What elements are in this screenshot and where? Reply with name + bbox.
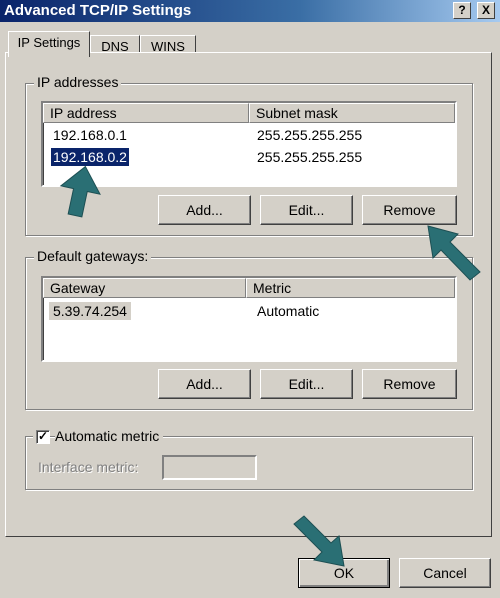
- advanced-tcpip-dialog: Advanced TCP/IP Settings ? X IP Settings…: [0, 0, 500, 598]
- checkmark-icon: ✓: [37, 429, 49, 443]
- gateway-remove-button[interactable]: Remove: [362, 369, 457, 399]
- tab-label: IP Settings: [17, 35, 81, 50]
- button-label: Add...: [186, 376, 223, 392]
- column-header-gateway[interactable]: Gateway: [43, 278, 246, 298]
- interface-metric-label: Interface metric:: [38, 459, 139, 475]
- column-header-label: Metric: [253, 280, 292, 296]
- cancel-button[interactable]: Cancel: [399, 558, 491, 588]
- pointer-arrow-icon: [427, 225, 481, 281]
- window-title: Advanced TCP/IP Settings: [4, 2, 192, 19]
- column-header-label: Gateway: [50, 280, 106, 296]
- mask-cell: 255.255.255.255: [257, 127, 363, 143]
- tab-dns[interactable]: DNS: [90, 35, 140, 54]
- title-bar: Advanced TCP/IP Settings: [0, 0, 500, 22]
- automatic-metric-row[interactable]: ✓ Automatic metric: [33, 428, 164, 446]
- column-header-label: IP address: [50, 105, 117, 121]
- close-button[interactable]: X: [477, 2, 495, 19]
- ip-addresses-label: IP addresses: [34, 74, 122, 90]
- automatic-metric-checkbox[interactable]: ✓: [36, 430, 50, 444]
- mask-cell: 255.255.255.255: [257, 149, 363, 165]
- tab-ip-settings[interactable]: IP Settings: [8, 31, 90, 57]
- gateway-add-button[interactable]: Add...: [158, 369, 251, 399]
- ip-add-button[interactable]: Add...: [158, 195, 251, 225]
- gateway-list[interactable]: Gateway Metric 5.39.74.254 Automatic: [41, 276, 457, 362]
- ip-remove-button[interactable]: Remove: [362, 195, 457, 225]
- close-icon: X: [481, 3, 490, 17]
- pointer-arrow-icon: [59, 165, 101, 218]
- gateway-edit-button[interactable]: Edit...: [260, 369, 353, 399]
- column-header-ip-address[interactable]: IP address: [43, 103, 249, 123]
- button-label: Edit...: [288, 376, 325, 392]
- column-header-subnet-mask[interactable]: Subnet mask: [249, 103, 455, 123]
- button-label: Add...: [186, 202, 223, 218]
- help-icon: ?: [458, 3, 466, 17]
- default-gateways-label: Default gateways:: [34, 248, 152, 264]
- button-label: Remove: [383, 376, 436, 392]
- button-label: Remove: [383, 202, 436, 218]
- button-label: Edit...: [288, 202, 325, 218]
- interface-metric-input[interactable]: [162, 455, 257, 480]
- button-label: Cancel: [423, 565, 467, 581]
- gateway-cell: 5.39.74.254: [49, 302, 131, 320]
- automatic-metric-label: Automatic metric: [55, 428, 164, 444]
- ip-cell: 192.168.0.1: [53, 127, 127, 143]
- ip-edit-button[interactable]: Edit...: [260, 195, 353, 225]
- help-button[interactable]: ?: [453, 2, 471, 19]
- tab-wins[interactable]: WINS: [140, 35, 196, 54]
- metric-cell: Automatic: [257, 303, 320, 319]
- pointer-arrow-icon: [293, 515, 345, 567]
- column-header-label: Subnet mask: [256, 105, 338, 121]
